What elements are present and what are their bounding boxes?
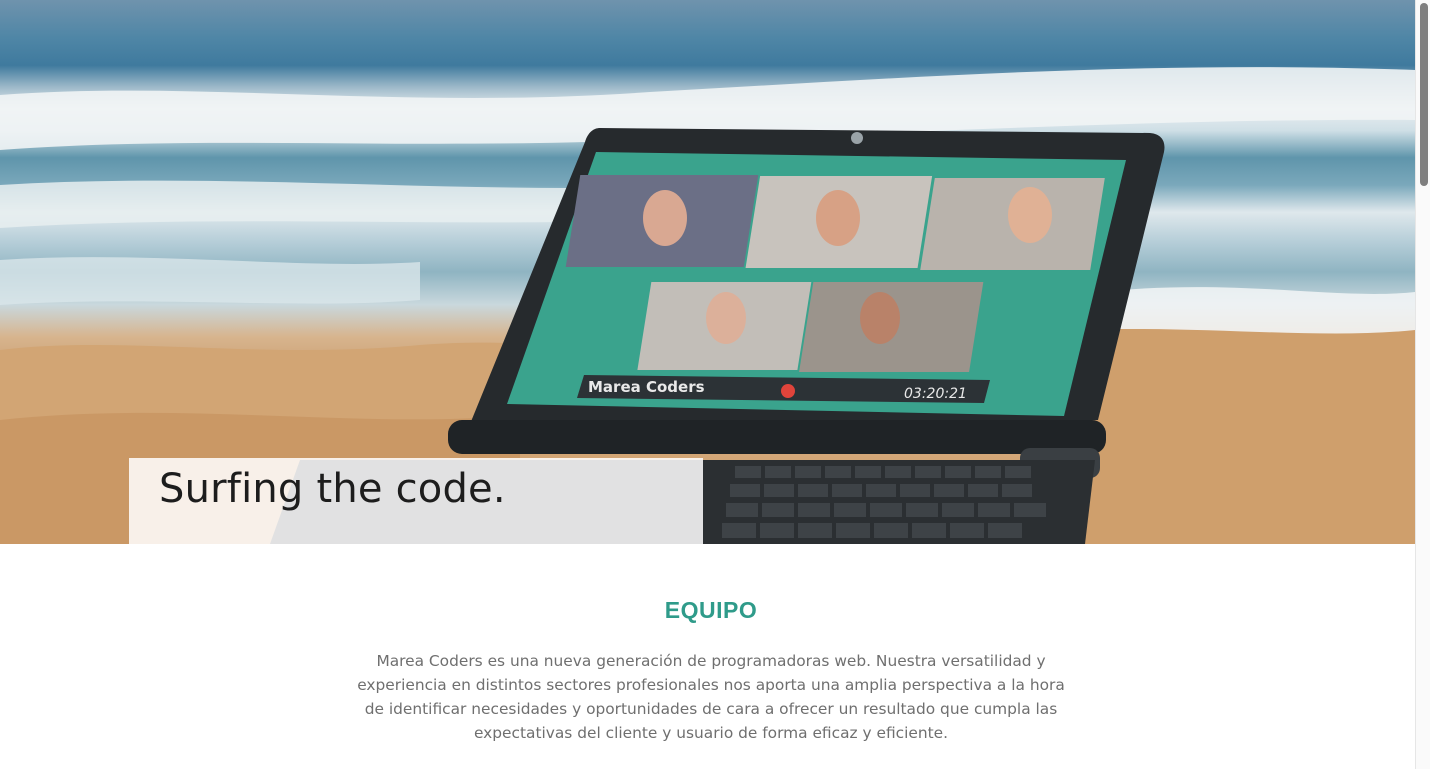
hero-caption-box: Surfing the code. — [129, 458, 703, 544]
team-description: Marea Coders es una nueva generación de … — [357, 652, 1065, 742]
webcam-icon — [851, 132, 863, 144]
page: Marea Coders 03:20:21 Surfing the code. … — [0, 0, 1430, 769]
hangup-icon — [781, 384, 795, 398]
screen-timer: 03:20:21 — [904, 386, 967, 402]
scrollbar-thumb[interactable] — [1420, 3, 1428, 186]
team-heading: EQUIPO — [664, 597, 758, 623]
team-section: EQUIPO Marea Coders es una nueva generac… — [0, 544, 1415, 769]
hero-banner: Marea Coders 03:20:21 Surfing the code. — [0, 0, 1415, 544]
vertical-scrollbar[interactable] — [1415, 0, 1430, 769]
screen-label: Marea Coders — [588, 378, 705, 396]
hero-title: Surfing the code. — [159, 466, 506, 512]
